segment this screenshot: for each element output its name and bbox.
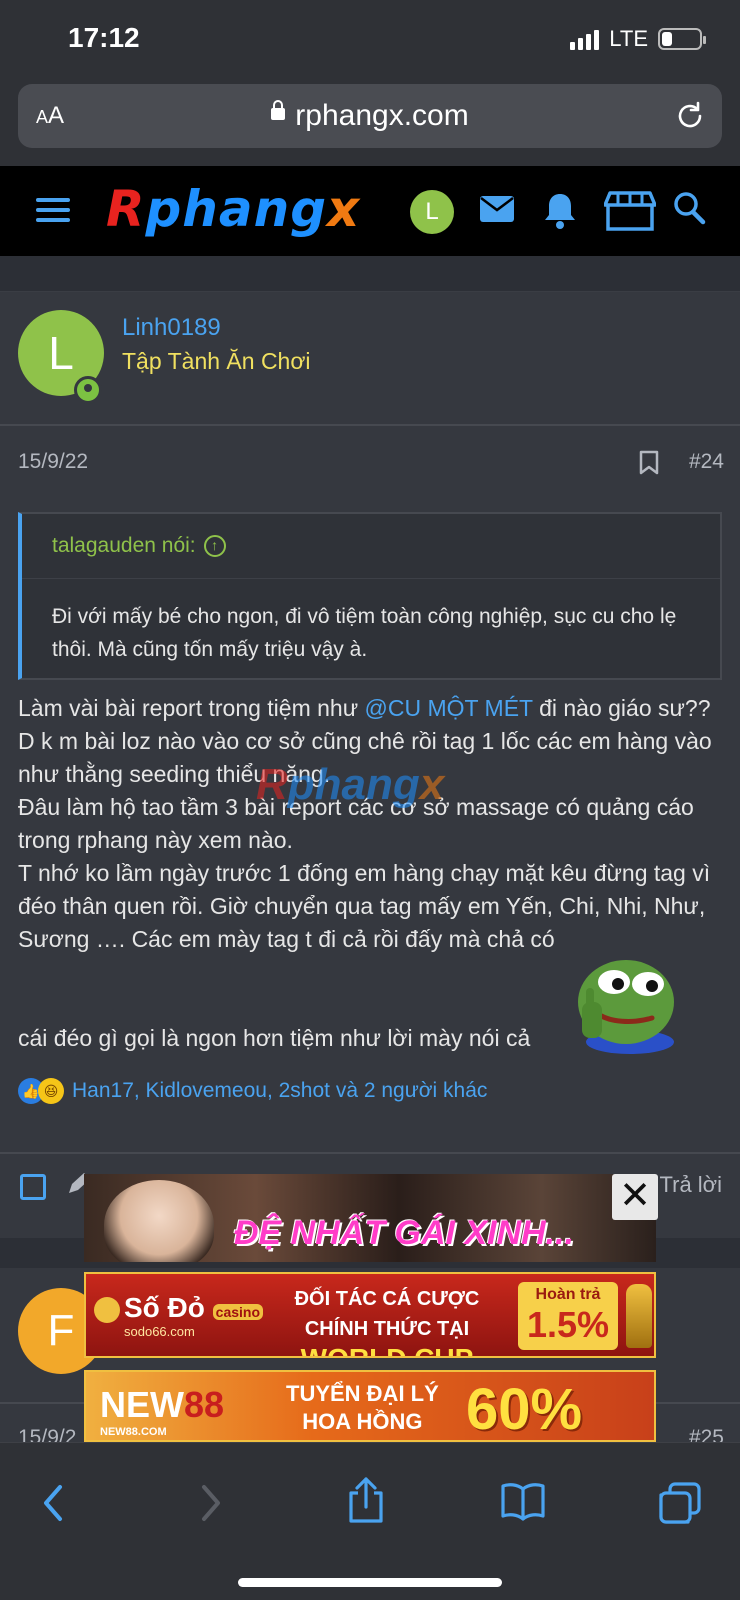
mail-icon[interactable]: [478, 190, 516, 228]
text-size-button[interactable]: AA: [36, 102, 64, 130]
ad-value: 60%: [466, 1377, 583, 1442]
share-icon[interactable]: [346, 1475, 386, 1525]
url-field[interactable]: rphangx.com: [18, 99, 722, 133]
post-text: Làm vài bài report trong tiệm như: [18, 695, 365, 721]
post-date[interactable]: 15/9/22: [18, 450, 88, 474]
status-time: 17:12: [68, 22, 140, 53]
forum-post: L Linh0189 Tập Tành Ăn Chơi 15/9/22 #24 …: [0, 292, 740, 1152]
select-checkbox[interactable]: [20, 1174, 46, 1200]
online-status-icon: [74, 376, 102, 404]
quote-text: Đi với mấy bé cho ngon, đi vô tiệm toàn …: [52, 605, 677, 661]
post-number[interactable]: #24: [689, 450, 724, 474]
account-avatar[interactable]: L: [410, 190, 454, 234]
battery-icon: [658, 28, 706, 50]
user-mention[interactable]: @CU MỘT MÉT: [365, 695, 533, 721]
lock-icon: [271, 100, 286, 121]
post-text: T nhớ ko lầm ngày trước 1 đống em hàng c…: [18, 860, 711, 952]
quote-author: talagauden nói:: [52, 534, 196, 557]
site-logo[interactable]: Rphangx: [106, 180, 360, 238]
tabs-icon[interactable]: [658, 1481, 702, 1525]
network-label: LTE: [609, 26, 648, 51]
ad-badge: Hoàn trả 1.5%: [518, 1282, 618, 1350]
reactions-bar[interactable]: 👍 😆 Han17, Kidlovemeou, 2shot và 2 người…: [18, 1078, 487, 1104]
status-indicators: LTE: [570, 26, 706, 52]
quote-header[interactable]: talagauden nói: ↑: [52, 534, 226, 558]
ad-text: ĐỐI TÁC CÁ CƯỢC CHÍNH THỨC TẠI WORLD CUP…: [294, 1288, 480, 1356]
ad-brand: NEW88 NEW88.COM: [100, 1384, 225, 1438]
ad-brand: Số Đỏ casino sodo66.com: [94, 1292, 264, 1339]
search-icon[interactable]: [672, 190, 708, 228]
post-author-block: L Linh0189 Tập Tành Ăn Chơi: [0, 292, 740, 426]
reply-button[interactable]: Trả lời: [660, 1172, 723, 1198]
pepe-sticker-icon: [578, 960, 674, 1054]
address-bar[interactable]: AA rphangx.com: [18, 84, 722, 148]
back-icon[interactable]: [38, 1481, 68, 1525]
signal-icon: [570, 28, 600, 50]
author-title: Tập Tành Ăn Chơi: [122, 348, 311, 374]
browser-toolbar: [0, 1442, 740, 1600]
bell-icon[interactable]: [542, 190, 578, 230]
url-text: rphangx.com: [295, 99, 469, 132]
site-header: Rphangx L: [0, 166, 740, 256]
store-icon[interactable]: [604, 190, 656, 232]
ad-text: ĐỆ NHẤT GÁI XINH...: [234, 1214, 575, 1252]
haha-reaction-icon: 😆: [38, 1078, 64, 1104]
author-name[interactable]: Linh0189: [122, 314, 221, 342]
bookmarks-icon[interactable]: [500, 1481, 546, 1521]
trophy-icon: [626, 1284, 652, 1348]
ad-banner[interactable]: Số Đỏ casino sodo66.com ĐỐI TÁC CÁ CƯỢC …: [84, 1272, 656, 1358]
quote-divider: [22, 578, 720, 579]
ad-banner[interactable]: ĐỆ NHẤT GÁI XINH...: [84, 1174, 656, 1262]
arrow-up-circle-icon[interactable]: ↑: [203, 535, 226, 557]
menu-icon[interactable]: [36, 198, 70, 228]
watermark-logo: Rphangx: [256, 760, 445, 809]
quote-block: talagauden nói: ↑ Đi với mấy bé cho ngon…: [18, 512, 722, 680]
bookmark-icon[interactable]: [638, 450, 660, 476]
ad-text: TUYỂN ĐẠI LÝ HOA HỒNG: [286, 1381, 439, 1434]
home-indicator[interactable]: [238, 1578, 502, 1587]
ad-banner[interactable]: NEW88 NEW88.COM TUYỂN ĐẠI LÝ HOA HỒNG 60…: [84, 1370, 656, 1442]
post-meta: 15/9/22 #24: [0, 426, 740, 496]
forward-icon[interactable]: [196, 1481, 226, 1525]
close-icon[interactable]: ✕: [612, 1174, 658, 1220]
reaction-users[interactable]: Han17, Kidlovemeou, 2shot và 2 người khá…: [72, 1079, 487, 1103]
browser-chrome: 17:12 LTE AA rphangx.com: [0, 0, 740, 166]
ad-image: [104, 1180, 214, 1262]
coin-icon: [94, 1296, 120, 1323]
divider: [0, 256, 740, 292]
reload-icon[interactable]: [674, 100, 706, 132]
